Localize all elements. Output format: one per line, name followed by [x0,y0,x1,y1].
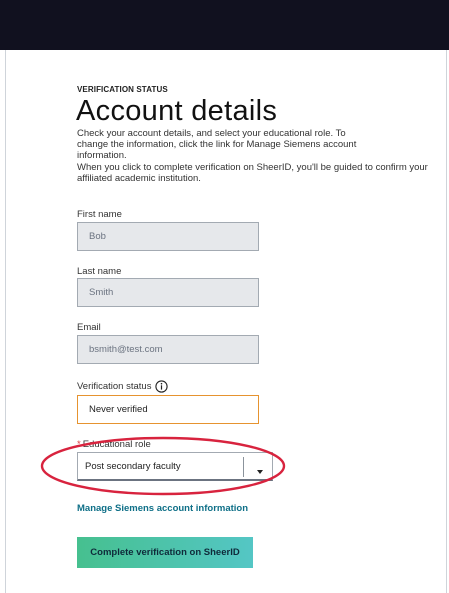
verification-status-value: Never verified [89,404,148,415]
email-label: Email [77,322,101,333]
verification-status-label-row: Verification status [77,380,169,393]
first-name-label: First name [77,209,122,220]
description-sheerid: When you click to complete verification … [77,162,428,184]
complete-verification-button[interactable]: Complete verification on SheerID [77,537,253,568]
left-divider [5,50,6,593]
manage-account-link[interactable]: Manage Siemens account information [77,503,248,514]
verification-status-label: Verification status [77,381,152,392]
verification-status-field: Never verified [77,395,259,424]
first-name-field: Bob [77,222,259,251]
top-bar [0,0,449,50]
description-account: Check your account details, and select y… [77,128,357,161]
email-value: bsmith@test.com [89,344,163,355]
last-name-field: Smith [77,278,259,307]
page-title: Account details [76,95,278,127]
first-name-value: Bob [89,231,106,242]
highlight-ellipse [40,436,286,496]
last-name-value: Smith [89,287,114,298]
last-name-label: Last name [77,266,122,277]
email-field: bsmith@test.com [77,335,259,364]
info-icon[interactable] [155,380,169,393]
section-overline: VERIFICATION STATUS [77,85,168,94]
right-divider [446,50,447,593]
